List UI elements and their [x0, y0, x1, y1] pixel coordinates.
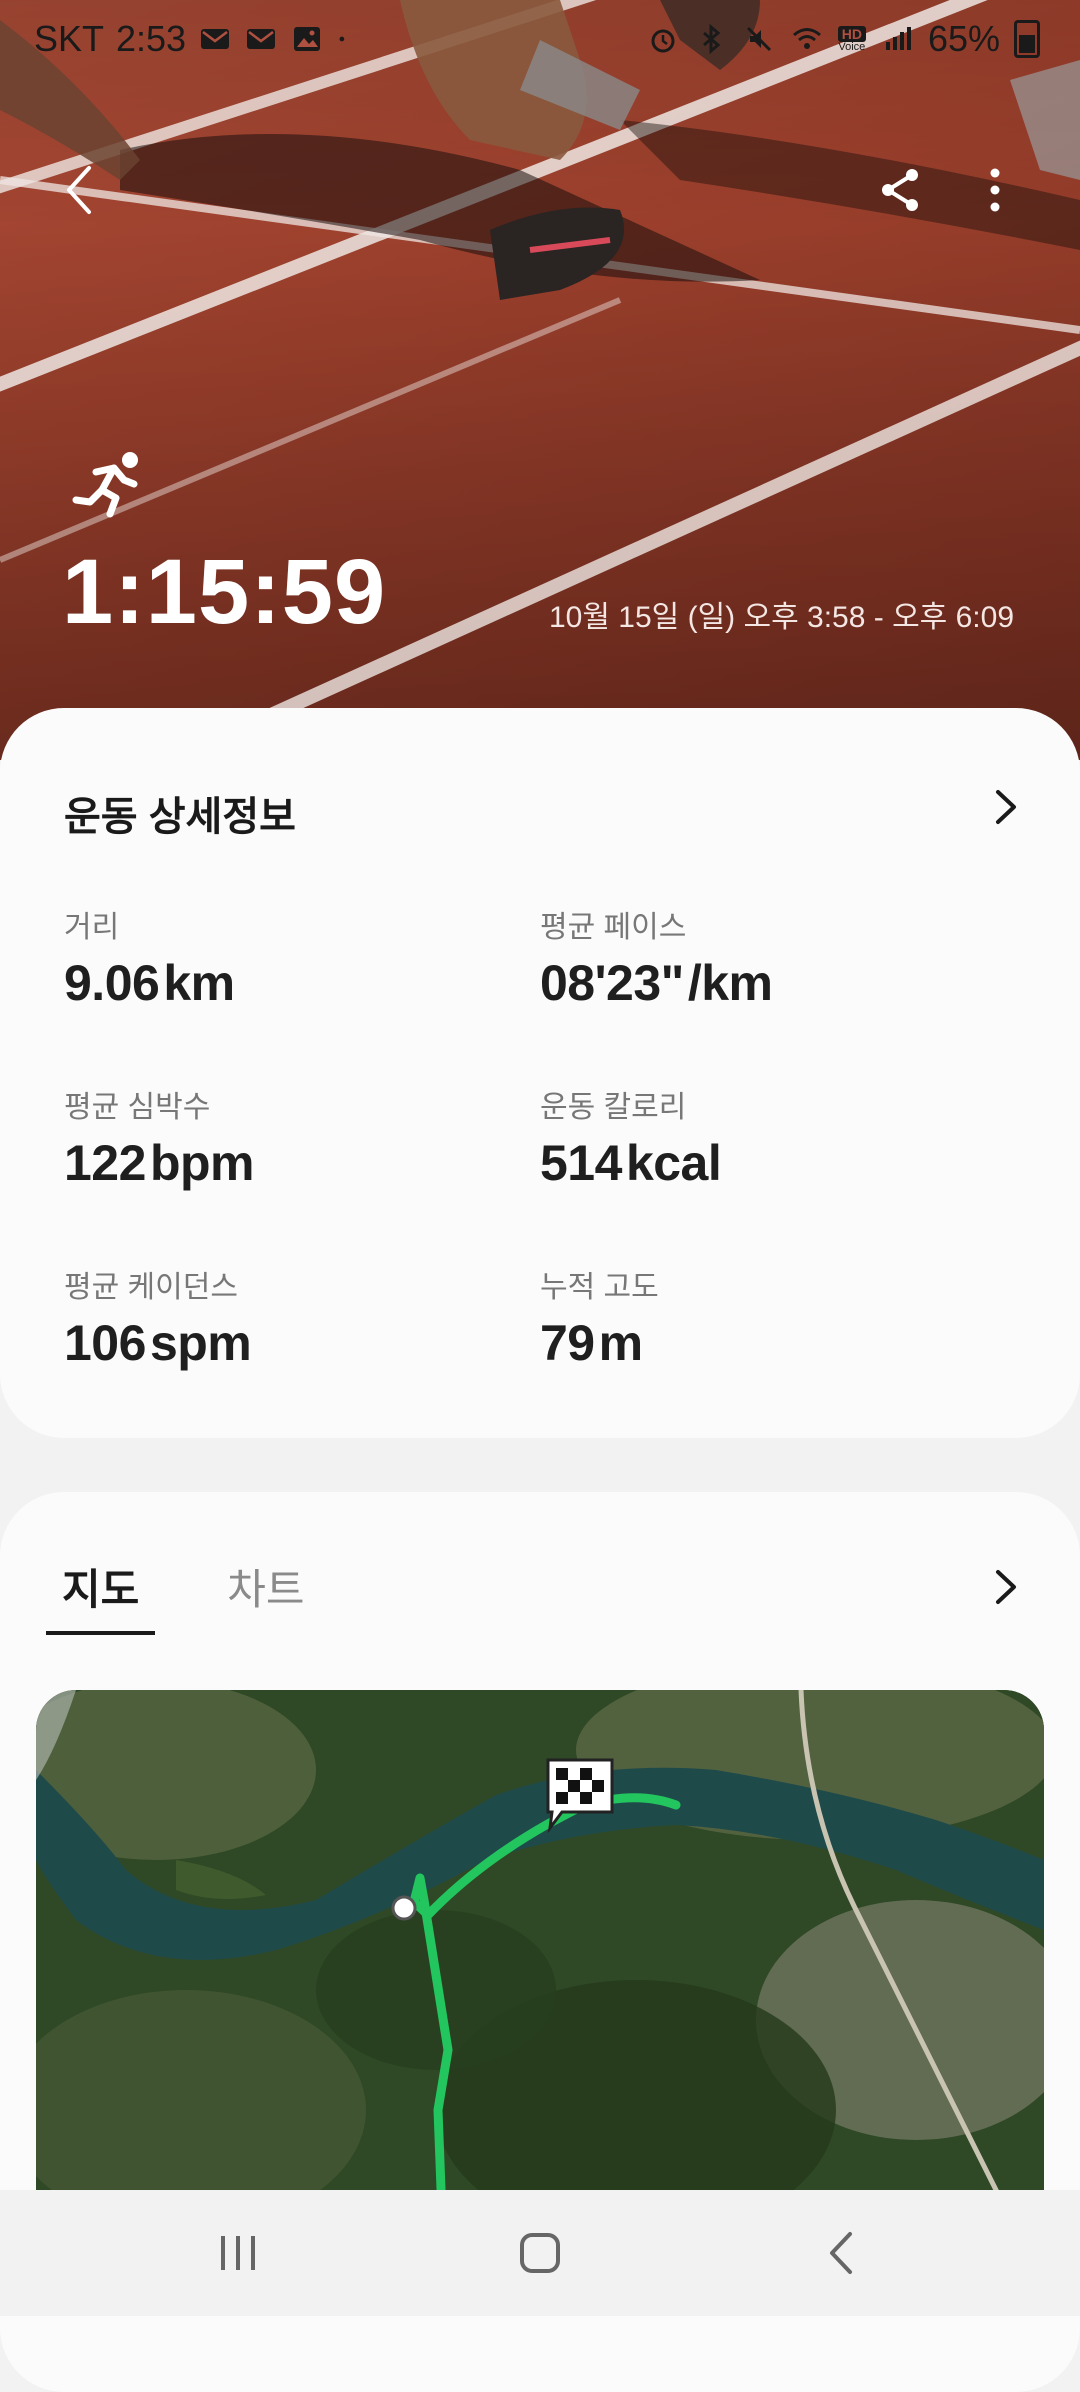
voice-label: Voice [838, 40, 866, 53]
metric-unit: spm [149, 1315, 252, 1371]
metric-number: 79 [540, 1315, 595, 1371]
home-button[interactable] [500, 2220, 580, 2286]
signal-icon [885, 27, 911, 50]
navigation-bar [0, 2190, 1080, 2316]
share-icon [882, 169, 918, 211]
recent-apps-icon [221, 2236, 255, 2270]
home-icon [520, 2233, 560, 2273]
recent-apps-button[interactable] [198, 2220, 278, 2286]
hd-voice-icon: HD Voice [837, 25, 866, 53]
metric-unit: m [598, 1315, 643, 1371]
metric-label: 운동 칼로리 [540, 1091, 687, 1124]
more-vertical-icon [990, 168, 1000, 212]
hd-badge: HD [837, 25, 866, 42]
back-button[interactable] [44, 150, 114, 230]
tab-chart[interactable]: 차트 [227, 1556, 304, 1635]
details-title: 운동 상세정보 [64, 795, 296, 839]
start-dot-icon [391, 1895, 417, 1921]
hero-banner: SKT 2:53 HD Voice 65% 1:15:59 10월 15일 (일… [0, 0, 1080, 760]
metric-number: 122 [64, 1135, 146, 1191]
tab-map[interactable]: 지도 [46, 1556, 156, 1635]
metric-avg-pace: 평균 페이스 08'23"/km [540, 902, 773, 1012]
metric-value: 514kcal [540, 1134, 722, 1192]
metric-label: 평균 페이스 [540, 911, 687, 944]
status-right: HD Voice 65% [646, 18, 1040, 60]
track-photo [0, 0, 1080, 727]
metric-unit: kcal [625, 1135, 722, 1191]
alarm-icon [651, 29, 675, 53]
status-bar: SKT 2:53 HD Voice 65% [0, 0, 1080, 80]
metric-label: 누적 고도 [540, 1271, 659, 1304]
running-icon [72, 452, 138, 518]
metric-avg-cadence: 평균 케이던스 106spm [64, 1262, 252, 1372]
chevron-right-icon[interactable] [986, 1562, 1026, 1612]
metric-unit: bpm [149, 1135, 255, 1191]
metric-number: 514 [540, 1135, 622, 1191]
metric-value: 08'23"/km [540, 954, 773, 1012]
more-options-button[interactable] [960, 150, 1030, 230]
metric-calories: 운동 칼로리 514kcal [540, 1082, 722, 1192]
metric-number: 9.06 [64, 955, 160, 1011]
workout-date-range: 10월 15일 (일) 오후 3:58 - 오후 6:09 [548, 601, 1014, 634]
mail-icon [247, 29, 276, 49]
metric-elevation-gain: 누적 고도 79m [540, 1262, 659, 1372]
metric-value: 9.06km [64, 954, 235, 1012]
metric-number: 106 [64, 1315, 146, 1371]
battery-icon [1014, 20, 1040, 58]
clock: 2:53 [116, 18, 187, 59]
metric-value: 79m [540, 1314, 659, 1372]
back-icon [830, 2232, 852, 2274]
wifi-icon [792, 28, 821, 49]
image-icon [294, 27, 321, 51]
system-back-button[interactable] [802, 2220, 882, 2286]
metric-number: 08'23" [540, 955, 684, 1011]
bluetooth-icon [702, 23, 721, 55]
metric-distance: 거리 9.06km [64, 902, 235, 1012]
workout-details-card[interactable]: 운동 상세정보 거리 9.06km 평균 페이스 08'23"/km 평균 심박… [0, 708, 1080, 1438]
mute-icon [746, 26, 771, 52]
map-tabs: 지도 차트 [46, 1556, 305, 1635]
status-left: SKT 2:53 [34, 18, 356, 60]
metric-unit: /km [687, 955, 773, 1011]
battery-percent: 65% [927, 18, 1000, 59]
satellite-map [36, 1690, 1044, 2230]
carrier-label: SKT [34, 18, 105, 59]
workout-duration: 1:15:59 [62, 541, 387, 643]
route-map[interactable] [36, 1690, 1044, 2230]
dot-icon [339, 36, 345, 42]
metric-value: 122bpm [64, 1134, 254, 1192]
share-button[interactable] [866, 150, 936, 230]
metric-unit: km [163, 955, 235, 1011]
metric-avg-heart-rate: 평균 심박수 122bpm [64, 1082, 254, 1192]
mail-icon [201, 29, 230, 49]
chevron-right-icon[interactable] [986, 782, 1026, 832]
metric-label: 평균 케이던스 [64, 1271, 238, 1304]
metric-label: 평균 심박수 [64, 1091, 211, 1124]
chevron-left-icon [67, 166, 91, 214]
metric-value: 106spm [64, 1314, 252, 1372]
metric-label: 거리 [64, 911, 120, 944]
